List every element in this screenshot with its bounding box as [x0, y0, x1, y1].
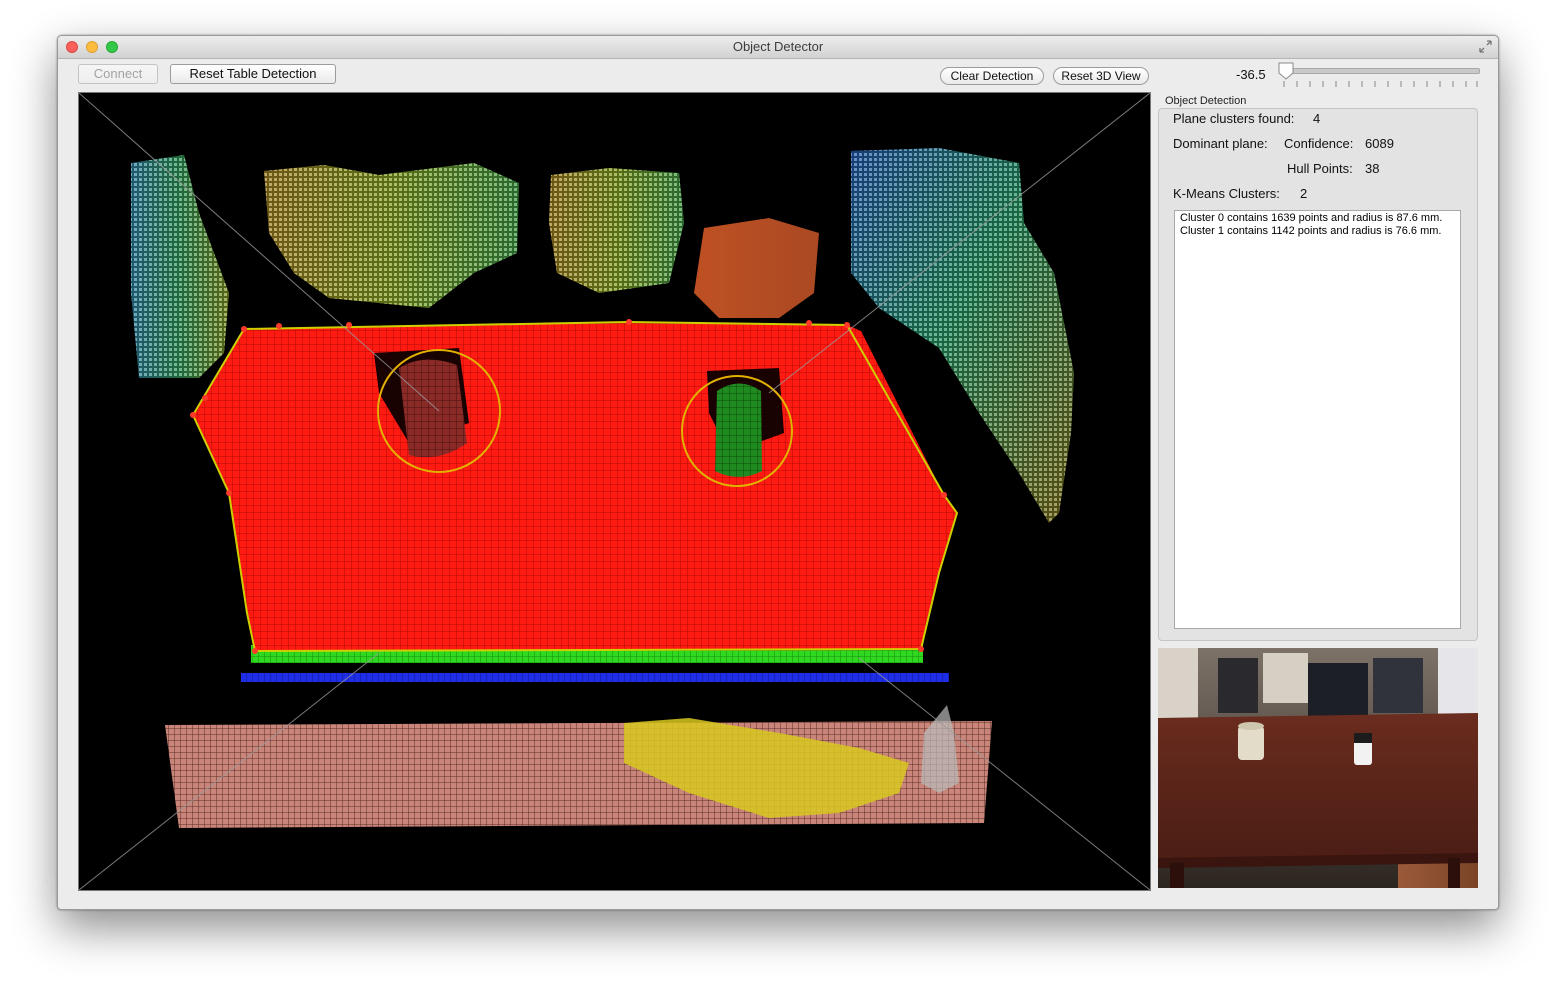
- hull-points-value: 38: [1365, 161, 1380, 176]
- title-bar: Object Detector: [58, 36, 1498, 59]
- log-line: Cluster 1 contains 1142 points and radiu…: [1180, 225, 1442, 237]
- camera-photo: [1158, 648, 1478, 888]
- log-line: Cluster 0 contains 1639 points and radiu…: [1180, 212, 1443, 224]
- camera-preview-image: [1158, 648, 1478, 888]
- point-cloud-canvas: [79, 93, 1150, 890]
- plane-clusters-value: 4: [1313, 111, 1321, 126]
- point-cloud-3d-view[interactable]: [78, 92, 1151, 891]
- cluster-log-textarea[interactable]: Cluster 0 contains 1639 points and radiu…: [1174, 210, 1461, 629]
- dominant-plane-label: Dominant plane:: [1173, 136, 1268, 151]
- object-detection-panel-title: Object Detection: [1165, 95, 1247, 107]
- slider-value: -36.5: [1236, 67, 1266, 82]
- confidence-value: 6089: [1365, 136, 1394, 151]
- hull-points-label: Hull Points:: [1287, 161, 1353, 176]
- fullscreen-icon[interactable]: [1479, 40, 1492, 53]
- clear-detection-button[interactable]: Clear Detection: [940, 67, 1044, 85]
- connect-button[interactable]: Connect: [78, 64, 158, 84]
- reset-3d-view-button[interactable]: Reset 3D View: [1053, 67, 1149, 85]
- window-title: Object Detector: [732, 39, 824, 54]
- kmeans-clusters-value: 2: [1300, 186, 1308, 201]
- angle-slider-track[interactable]: [1280, 68, 1480, 74]
- reset-table-detection-button[interactable]: Reset Table Detection: [170, 64, 336, 84]
- plane-clusters-label: Plane clusters found:: [1173, 111, 1295, 126]
- slider-ticks: [1283, 81, 1478, 87]
- object-cluster-1: [715, 383, 762, 477]
- angle-slider-knob[interactable]: [1276, 61, 1296, 81]
- app-window: Object Detector Connect Reset Table Dete…: [57, 35, 1499, 910]
- table-plane-points: [193, 322, 957, 651]
- confidence-label: Confidence:: [1284, 136, 1354, 151]
- kmeans-clusters-label: K-Means Clusters:: [1173, 186, 1280, 201]
- object-cluster-0: [399, 359, 467, 458]
